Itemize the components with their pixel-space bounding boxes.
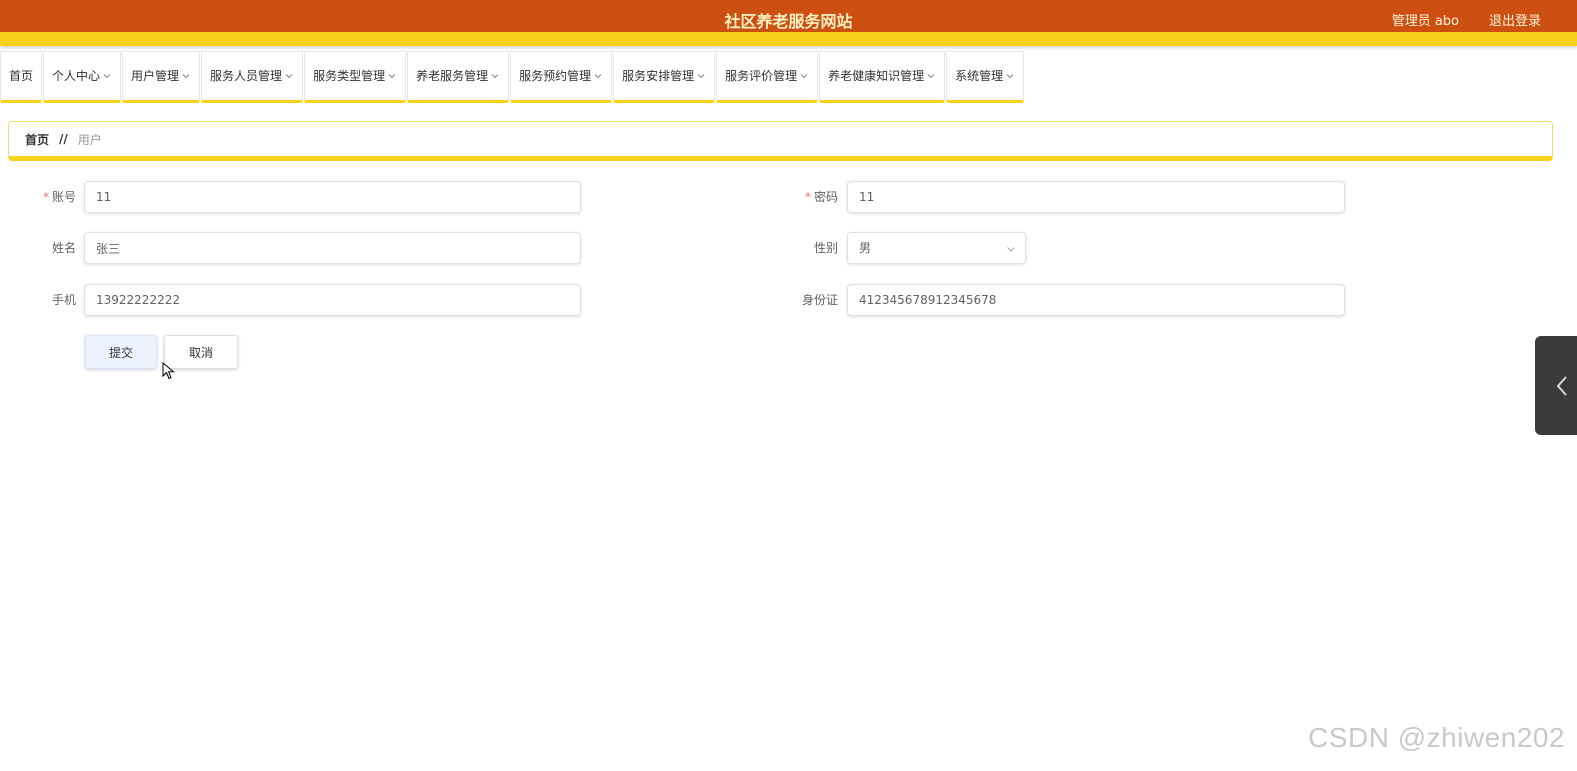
header-stripe xyxy=(0,32,1577,46)
side-panel-toggle[interactable] xyxy=(1535,336,1577,435)
breadcrumb-current: 用户 xyxy=(77,132,102,147)
nav-item-label: 系统管理 xyxy=(955,69,1004,83)
breadcrumb-separator: // xyxy=(59,132,68,146)
nav-review-management[interactable]: 服务评价管理 xyxy=(716,51,819,103)
chevron-down-icon xyxy=(927,74,935,79)
chevron-down-icon xyxy=(388,74,396,79)
gender-label: 性别 xyxy=(813,241,838,255)
password-input[interactable] xyxy=(847,181,1345,213)
phone-label: 手机 xyxy=(51,293,76,307)
breadcrumb: 首页 // 用户 xyxy=(8,121,1553,161)
nav-item-label: 服务安排管理 xyxy=(622,69,695,83)
chevron-down-icon xyxy=(182,74,190,79)
nav-staff-management[interactable]: 服务人员管理 xyxy=(201,51,304,103)
required-mark: * xyxy=(42,190,49,204)
nav-item-label: 养老服务管理 xyxy=(416,69,489,83)
password-label: * 密码 xyxy=(804,190,838,204)
idcard-input[interactable] xyxy=(847,284,1345,316)
nav-user-management[interactable]: 用户管理 xyxy=(122,51,201,103)
nav-personal-center[interactable]: 个人中心 xyxy=(43,51,122,103)
nav-system-management[interactable]: 系统管理 xyxy=(946,51,1025,103)
account-input[interactable] xyxy=(84,181,581,213)
logout-link[interactable]: 退出登录 xyxy=(1489,0,1541,44)
account-label: * 账号 xyxy=(42,190,76,204)
nav-item-label: 个人中心 xyxy=(52,69,101,83)
watermark: CSDN @zhiwen202 xyxy=(1308,722,1565,753)
current-user: 管理员 abo xyxy=(1391,14,1459,29)
nav-item-label: 服务人员管理 xyxy=(210,69,283,83)
main-nav: 首页 个人中心 用户管理 服务人员管理 服务类型管理 养老服务管理 服务预约管理… xyxy=(0,51,1025,103)
chevron-down-icon xyxy=(491,74,499,79)
nav-item-label: 养老健康知识管理 xyxy=(828,69,925,83)
nav-item-label: 服务预约管理 xyxy=(519,69,592,83)
mouse-cursor-icon xyxy=(162,362,175,380)
nav-service-type-management[interactable]: 服务类型管理 xyxy=(304,51,407,103)
submit-button[interactable]: 提交 xyxy=(85,335,157,369)
chevron-left-icon xyxy=(1556,376,1567,396)
chevron-down-icon xyxy=(1007,247,1015,252)
name-input[interactable] xyxy=(84,232,581,264)
name-label: 姓名 xyxy=(51,241,76,255)
nav-item-label: 用户管理 xyxy=(131,69,180,83)
chevron-down-icon xyxy=(800,74,808,79)
required-mark: * xyxy=(804,190,811,204)
nav-elderly-service-management[interactable]: 养老服务管理 xyxy=(407,51,510,103)
chevron-down-icon xyxy=(697,74,705,79)
nav-home[interactable]: 首页 xyxy=(0,51,43,103)
nav-item-label: 服务类型管理 xyxy=(313,69,386,83)
chevron-down-icon xyxy=(1006,74,1014,79)
nav-item-label: 服务评价管理 xyxy=(725,69,798,83)
phone-input[interactable] xyxy=(84,284,581,316)
chevron-down-icon xyxy=(103,74,111,79)
chevron-down-icon xyxy=(594,74,602,79)
nav-health-knowledge-management[interactable]: 养老健康知识管理 xyxy=(819,51,946,103)
nav-booking-management[interactable]: 服务预约管理 xyxy=(510,51,613,103)
chevron-down-icon xyxy=(285,74,293,79)
gender-select[interactable]: 男 xyxy=(847,232,1026,264)
idcard-label: 身份证 xyxy=(801,293,838,307)
gender-selected-value: 男 xyxy=(859,241,872,255)
nav-item-label: 首页 xyxy=(9,69,34,83)
breadcrumb-home[interactable]: 首页 xyxy=(25,131,49,148)
nav-schedule-management[interactable]: 服务安排管理 xyxy=(613,51,716,103)
site-title: 社区养老服务网站 xyxy=(724,12,853,31)
